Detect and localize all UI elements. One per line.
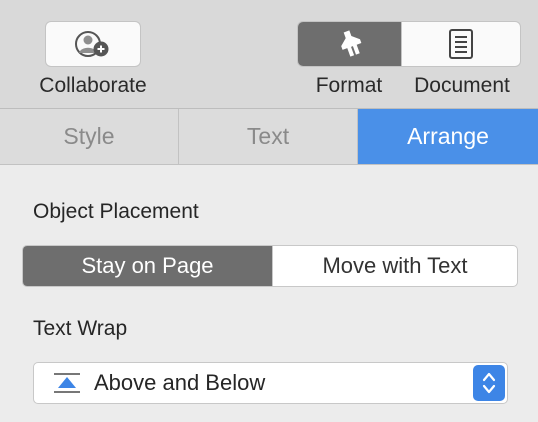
- object-placement-control: Stay on Page Move with Text: [22, 245, 518, 287]
- object-placement-title: Object Placement: [33, 200, 199, 223]
- text-wrap-value: Above and Below: [94, 370, 266, 395]
- stay-on-page-option[interactable]: Stay on Page: [23, 246, 272, 286]
- collaborate-label: Collaborate: [39, 74, 147, 97]
- chevron-up-down-icon[interactable]: [473, 365, 505, 401]
- move-with-text-option[interactable]: Move with Text: [272, 246, 517, 286]
- format-button[interactable]: [298, 22, 401, 66]
- text-wrap-title: Text Wrap: [33, 317, 128, 340]
- format-document-switch: [297, 21, 521, 67]
- inspector-toolbar: Collaborate Format Document: [0, 0, 538, 109]
- add-person-icon: [75, 31, 109, 57]
- format-label: Format: [315, 74, 383, 97]
- tab-style[interactable]: Style: [0, 109, 179, 164]
- text-wrap-select[interactable]: Above and Below: [33, 362, 508, 404]
- tab-text[interactable]: Text: [179, 109, 358, 164]
- document-button[interactable]: [401, 22, 520, 66]
- inspector-tabs: Style Text Arrange: [0, 109, 538, 165]
- document-label: Document: [414, 74, 510, 97]
- tab-arrange[interactable]: Arrange: [358, 109, 538, 164]
- paintbrush-icon: [340, 30, 361, 57]
- document-icon: [449, 29, 473, 59]
- collaborate-button[interactable]: [45, 21, 141, 67]
- above-below-wrap-icon: [52, 371, 82, 395]
